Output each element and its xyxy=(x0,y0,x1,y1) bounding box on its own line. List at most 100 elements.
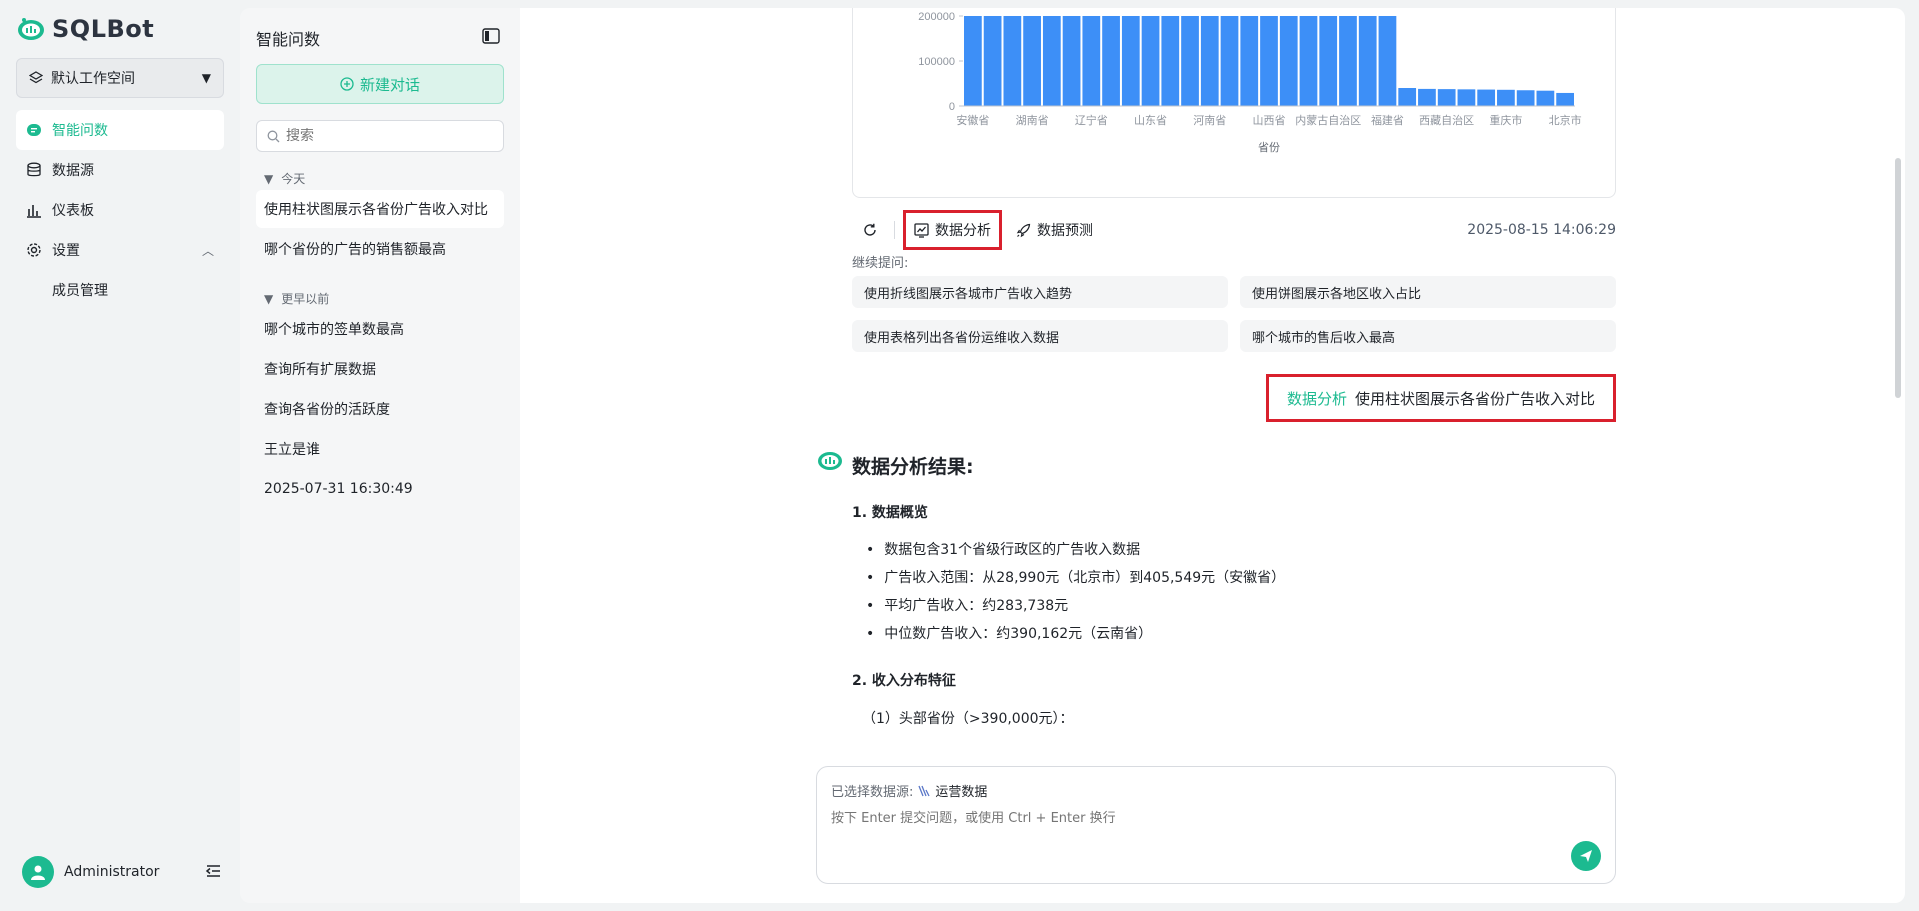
nav-label-datasource: 数据源 xyxy=(52,163,94,179)
datasource-indicator[interactable]: 已选择数据源: 运营数据 xyxy=(831,781,987,800)
chart-bar[interactable] xyxy=(1299,16,1318,106)
refresh-button[interactable] xyxy=(854,210,886,250)
history-item[interactable]: 王立是谁 xyxy=(256,430,504,468)
suggestion-chip[interactable]: 哪个城市的售后收入最高 xyxy=(1240,320,1616,352)
user-icon xyxy=(31,865,45,880)
collapse-menu-icon[interactable] xyxy=(204,862,222,880)
history-item[interactable]: 查询所有扩展数据 xyxy=(256,350,504,388)
nav-item-dashboard[interactable]: 仪表板 xyxy=(16,190,224,230)
chart-card: 200000 100000 0 安徽省 湖南省 辽宁省 山东省 河南省 山西省 内蒙古自治区 福建省… xyxy=(852,8,1616,198)
app-logo[interactable]: SQLBot xyxy=(16,14,154,44)
chart-bar[interactable] xyxy=(1358,16,1377,106)
nav-label-settings: 设置 xyxy=(52,243,80,259)
sidebar-toggle-icon[interactable] xyxy=(482,28,500,44)
history-item[interactable]: 哪个城市的签单数最高 xyxy=(256,310,504,348)
scrollbar[interactable] xyxy=(1895,158,1901,398)
chart-bar[interactable] xyxy=(964,16,982,106)
chart-bar[interactable] xyxy=(1260,16,1278,106)
user-message-tag: 数据分析 xyxy=(1286,389,1347,408)
chart-bar[interactable] xyxy=(1516,90,1535,106)
chart-bar[interactable] xyxy=(1003,16,1022,106)
data-predict-label: 数据预测 xyxy=(1037,223,1093,239)
x-tick-label: 福建省 xyxy=(1371,113,1404,127)
chart-bar[interactable] xyxy=(1200,16,1219,106)
chart-bar[interactable] xyxy=(1023,16,1041,106)
app-name: SQLBot xyxy=(52,15,155,43)
chart-bar[interactable] xyxy=(1102,16,1120,106)
history-title: 智能问数 xyxy=(256,30,321,49)
x-tick-label: 山西省 xyxy=(1253,114,1286,127)
x-tick-label: 安徽省 xyxy=(956,113,989,127)
chart-bar[interactable] xyxy=(1181,16,1199,106)
plus-circle-icon xyxy=(340,77,354,91)
chart-bar[interactable] xyxy=(1437,89,1456,106)
new-chat-label: 新建对话 xyxy=(359,75,420,94)
chart-bar[interactable] xyxy=(1457,89,1476,106)
chart-bar[interactable] xyxy=(1042,16,1061,106)
caret-down-icon: ▼ xyxy=(264,171,274,186)
chart-bar[interactable] xyxy=(1536,90,1555,106)
nav-item-settings[interactable]: 设置 ︿ xyxy=(16,230,224,270)
result-section-heading: 1. 数据概览 xyxy=(852,505,928,521)
caret-down-icon: ▼ xyxy=(201,71,211,85)
dashboard-icon xyxy=(27,205,41,218)
chart-bar[interactable] xyxy=(1398,88,1417,106)
chart-bar[interactable] xyxy=(1339,16,1357,106)
question-input[interactable] xyxy=(831,807,1511,837)
answer-toolbar: 数据分析 数据预测 2025-08-15 14:06:29 xyxy=(854,208,1616,252)
nav-label-dashboard: 仪表板 xyxy=(52,203,94,219)
chart-bar[interactable] xyxy=(1082,16,1101,106)
group-today[interactable]: ▼ 今天 xyxy=(264,170,305,187)
group-today-label: 今天 xyxy=(281,172,306,186)
chart-bar[interactable] xyxy=(1161,16,1180,106)
new-chat-button[interactable]: 新建对话 xyxy=(256,64,504,104)
gear-icon xyxy=(27,243,41,257)
search-input[interactable] xyxy=(286,128,486,144)
data-analysis-button[interactable]: 数据分析 xyxy=(903,210,1002,250)
chart-bar[interactable] xyxy=(1240,16,1259,106)
send-button[interactable] xyxy=(1571,841,1601,871)
nav-item-chat[interactable]: 智能问数 xyxy=(16,110,224,150)
chart-bar[interactable] xyxy=(1121,16,1140,106)
chart-bar[interactable] xyxy=(1497,89,1515,106)
data-predict-button[interactable]: 数据预测 xyxy=(1008,210,1101,250)
chart-bar[interactable] xyxy=(1477,89,1496,106)
bot-avatar-icon xyxy=(818,452,842,470)
datasource-icon xyxy=(918,785,930,796)
y-tick-label: 0 xyxy=(949,101,955,113)
suggestion-chip[interactable]: 使用折线图展示各城市广告收入趋势 xyxy=(852,276,1228,308)
chart-bar[interactable] xyxy=(983,16,1002,106)
history-item[interactable]: 查询各省份的活跃度 xyxy=(256,390,504,428)
nav-item-members[interactable]: 成员管理 xyxy=(52,280,108,300)
chart-bar[interactable] xyxy=(1062,16,1081,106)
search-box[interactable] xyxy=(256,120,504,152)
history-item[interactable]: 2025-07-31 16:30:49 xyxy=(256,470,504,508)
chart-bar[interactable] xyxy=(1378,16,1397,106)
chart-bar[interactable] xyxy=(1556,92,1574,106)
rocket-icon xyxy=(1016,223,1031,237)
result-bullet: 中位数广告收入：约390,162元（云南省） xyxy=(866,620,1285,648)
data-analysis-label: 数据分析 xyxy=(935,223,991,239)
workspace-label: 默认工作空间 xyxy=(51,71,135,87)
chart-bar[interactable] xyxy=(1220,16,1239,106)
history-panel: 智能问数 新建对话 ▼ 今天 使用柱状图展示各省份广告收入对比 哪个省份的广告的… xyxy=(240,8,520,903)
chart-bar[interactable] xyxy=(1279,16,1298,106)
user-profile[interactable]: Administrator xyxy=(22,856,159,888)
chart-bar[interactable] xyxy=(1141,16,1160,106)
chat-icon xyxy=(27,124,41,136)
chart-bar[interactable] xyxy=(1319,16,1338,106)
group-earlier[interactable]: ▼ 更早以前 xyxy=(264,290,329,307)
datasource-label: 已选择数据源: xyxy=(831,785,914,800)
x-tick-label: 山东省 xyxy=(1134,114,1167,127)
history-item[interactable]: 哪个省份的广告的销售额最高 xyxy=(256,230,504,268)
chart-bar[interactable] xyxy=(1418,88,1436,106)
workspace-selector[interactable]: 默认工作空间 ▼ xyxy=(16,58,224,98)
suggestion-chip[interactable]: 使用饼图展示各地区收入占比 xyxy=(1240,276,1616,308)
history-item[interactable]: 使用柱状图展示各省份广告收入对比 xyxy=(256,190,504,228)
result-bullet: 平均广告收入：约283,738元 xyxy=(866,592,1285,620)
toolbar-divider xyxy=(894,221,895,239)
nav-item-datasource[interactable]: 数据源 xyxy=(16,150,224,190)
chevron-up-icon: ︿ xyxy=(201,243,214,258)
suggestion-chip[interactable]: 使用表格列出各省份运维收入数据 xyxy=(852,320,1228,352)
x-axis-title: 省份 xyxy=(1258,141,1280,154)
